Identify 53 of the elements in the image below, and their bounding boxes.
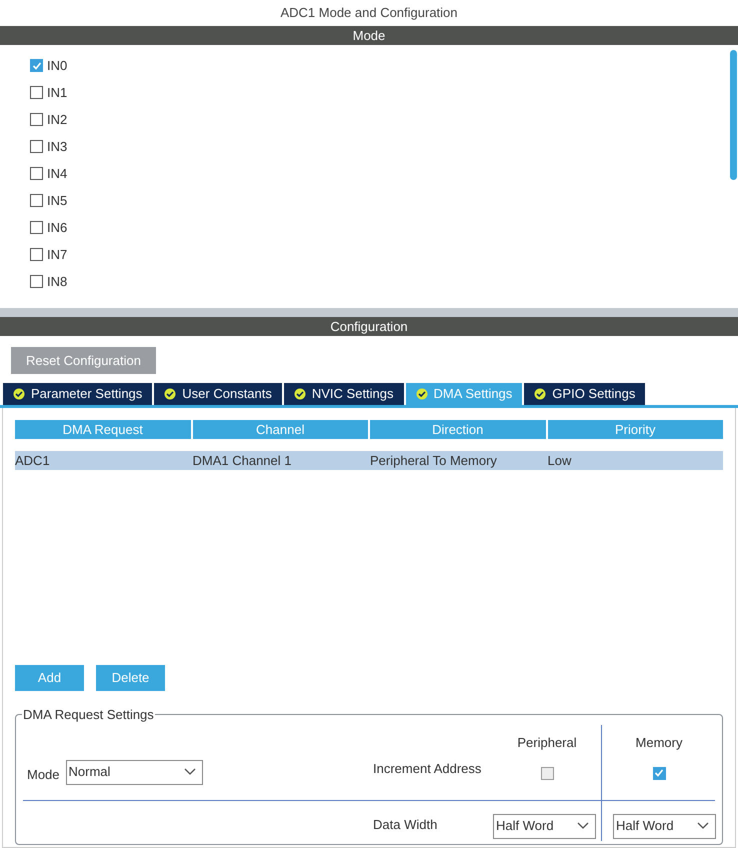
checkbox[interactable] (652, 766, 666, 780)
checkbox[interactable] (30, 248, 43, 261)
table-row[interactable]: ADC1 DMA1 Channel 1 Peripheral To Memory Low (15, 451, 723, 470)
check-circle-icon (416, 388, 428, 400)
mode-dropdown[interactable]: Normal (66, 760, 203, 784)
table-cell-text: Peripheral To Memory (370, 452, 497, 470)
checkbox[interactable] (30, 86, 43, 99)
channel-label: IN2 (47, 110, 68, 129)
group-title: DMA Request Settings (22, 706, 155, 724)
check-circle-icon (534, 388, 546, 400)
width-dropdown[interactable]: Half Word (613, 814, 716, 838)
scrollbar[interactable] (730, 50, 737, 180)
tab[interactable]: GPIO Settings (524, 383, 646, 405)
column-header: Channel (192, 420, 368, 439)
checkbox[interactable] (30, 140, 43, 153)
check-circle-icon (294, 388, 306, 400)
checkbox[interactable] (30, 113, 43, 126)
column-label: Peripheral (517, 734, 577, 752)
tab[interactable]: User Constants (154, 383, 282, 405)
field-label: Increment Address (373, 760, 482, 778)
checkbox[interactable] (30, 221, 43, 234)
chevron-icon (577, 822, 589, 830)
channel-label: IN8 (47, 272, 68, 291)
chevron-icon (184, 768, 196, 776)
field-label: Data Width (373, 816, 438, 834)
window-title: ADC1 Mode and Configuration (280, 4, 458, 22)
check-circle-icon (164, 388, 176, 400)
channel-label: IN1 (47, 84, 68, 102)
section-header: Mode (0, 26, 738, 45)
channel-label: IN5 (47, 192, 68, 210)
column-label: Memory (636, 734, 682, 752)
column-header: DMA Request (15, 420, 190, 439)
tab[interactable]: Parameter Settings (3, 383, 152, 405)
width-dropdown[interactable]: Half Word (493, 814, 596, 838)
checkbox[interactable] (30, 194, 43, 207)
channel-label: IN0 (47, 56, 68, 75)
checkbox[interactable] (30, 275, 43, 288)
channel-label: IN7 (47, 246, 68, 264)
chevron-icon (697, 822, 709, 830)
table-cell-text: DMA1 Channel 1 (192, 452, 292, 470)
checkbox[interactable] (30, 167, 43, 180)
table-cell-text: ADC1 (15, 452, 50, 470)
channel-label: IN6 (47, 218, 68, 237)
field-label: Mode (27, 766, 60, 784)
section-header: Configuration (0, 317, 738, 336)
channel-label: IN4 (47, 164, 68, 183)
tab[interactable]: NVIC Settings (284, 383, 404, 405)
check-circle-icon (13, 388, 25, 400)
checkbox[interactable] (30, 59, 43, 72)
column-header: Direction (370, 420, 546, 439)
channel-label: IN3 (47, 138, 68, 156)
table-cell-text: Low (548, 452, 572, 470)
column-header: Priority (548, 420, 723, 439)
